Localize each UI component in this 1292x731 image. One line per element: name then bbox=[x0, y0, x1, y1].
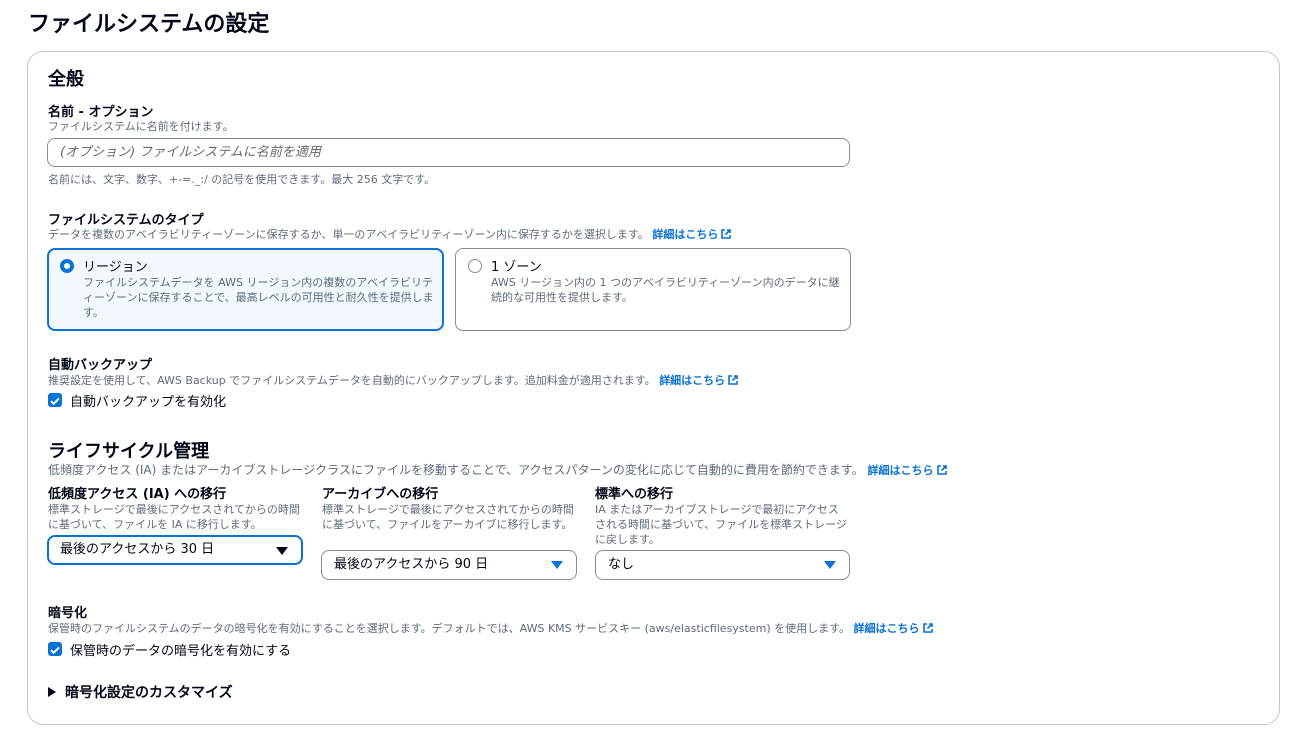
encryption-customize-label: 暗号化設定のカスタマイズ bbox=[65, 685, 233, 701]
standard-transition-select[interactable]: なし bbox=[595, 550, 850, 580]
page-title: ファイルシステムの設定 bbox=[28, 12, 270, 37]
standard-transition-value: なし bbox=[608, 557, 635, 572]
backup-learn-more-text: 詳細はこちら bbox=[659, 374, 726, 387]
fs-type-label: ファイルシステムのタイプ bbox=[48, 213, 204, 228]
ia-transition-description: 標準ストレージで最後にアクセスされてからの時間に基づいて、ファイルを IA に移… bbox=[48, 503, 300, 531]
name-description: ファイルシステムに名前を付けます。 bbox=[48, 120, 234, 133]
archive-transition-select[interactable]: 最後のアクセスから 90 日 bbox=[321, 550, 577, 580]
encryption-checkbox-label[interactable]: 保管時のデータの暗号化を有効にする bbox=[70, 640, 291, 659]
archive-transition-label: アーカイブへの移行 bbox=[322, 487, 439, 502]
ia-transition-select[interactable]: 最後のアクセスから 30 日 bbox=[47, 535, 303, 565]
lifecycle-learn-more-link[interactable]: 詳細はこちら bbox=[868, 464, 947, 477]
fs-type-description: データを複数のアベイラビリティーゾーンに保存するか、単一のアベイラビリティーゾー… bbox=[48, 227, 732, 242]
tile-one-zone-title: 1 ゾーン bbox=[491, 260, 542, 275]
tile-regional-title: リージョン bbox=[83, 260, 148, 275]
encryption-description-text: 保管時のファイルシステムのデータの暗号化を有効にすることを選択します。デフォルト… bbox=[48, 622, 851, 635]
name-label: 名前 - オプション bbox=[48, 105, 154, 120]
caret-down-icon bbox=[551, 561, 563, 569]
radio-regional[interactable] bbox=[60, 259, 74, 273]
tile-one-zone-description: AWS リージョン内の 1 つのアベイラビリティーゾーン内のデータに継続的な可用… bbox=[491, 276, 840, 304]
backup-checkbox-label[interactable]: 自動バックアップを有効化 bbox=[70, 391, 226, 410]
external-link-icon bbox=[936, 465, 947, 475]
file-system-settings-panel: 全般 名前 - オプション ファイルシステムに名前を付けます。 名前には、文字、… bbox=[27, 51, 1280, 725]
encryption-customize-expander[interactable]: 暗号化設定のカスタマイズ bbox=[48, 682, 233, 702]
fs-type-learn-more-link[interactable]: 詳細はこちら bbox=[652, 228, 732, 241]
caret-down-icon bbox=[276, 547, 288, 555]
encryption-learn-more-link[interactable]: 詳細はこちら bbox=[854, 622, 933, 635]
name-constraint: 名前には、文字、数字、+-=._:/ の記号を使用できます。最大 256 文字で… bbox=[48, 173, 436, 186]
encryption-checkbox[interactable] bbox=[48, 642, 62, 656]
external-link-icon bbox=[922, 623, 933, 633]
lifecycle-description: 低頻度アクセス (IA) またはアーカイブストレージクラスにファイルを移動するこ… bbox=[48, 461, 947, 478]
backup-learn-more-link[interactable]: 詳細はこちら bbox=[659, 374, 738, 387]
tile-regional[interactable]: リージョン ファイルシステムデータを AWS リージョン内の複数のアベイラビリテ… bbox=[47, 248, 444, 331]
radio-one-zone[interactable] bbox=[468, 259, 482, 273]
backup-label: 自動バックアップ bbox=[48, 358, 153, 373]
lifecycle-heading: ライフサイクル管理 bbox=[48, 441, 210, 462]
standard-transition-description: IA またはアーカイブストレージで最初にアクセスされる時間に基づいて、ファイルを… bbox=[595, 503, 847, 546]
checkmark-icon bbox=[50, 397, 60, 406]
lifecycle-learn-more-text: 詳細はこちら bbox=[867, 464, 934, 477]
archive-transition-description: 標準ストレージで最後にアクセスされてからの時間に基づいて、ファイルをアーカイブに… bbox=[322, 503, 574, 531]
backup-checkbox[interactable] bbox=[48, 393, 62, 407]
ia-transition-label: 低頻度アクセス (IA) への移行 bbox=[48, 487, 227, 502]
archive-transition-value: 最後のアクセスから 90 日 bbox=[334, 557, 489, 572]
backup-description-text: 推奨設定を使用して、AWS Backup でファイルシステムデータを自動的にバッ… bbox=[48, 374, 656, 387]
checkmark-icon bbox=[50, 646, 60, 655]
encryption-learn-more-text: 詳細はこちら bbox=[853, 622, 920, 635]
tile-regional-description: ファイルシステムデータを AWS リージョン内の複数のアベイラビリティーゾーンに… bbox=[83, 276, 434, 319]
standard-transition-label: 標準への移行 bbox=[595, 487, 674, 502]
lifecycle-description-text: 低頻度アクセス (IA) またはアーカイブストレージクラスにファイルを移動するこ… bbox=[48, 463, 864, 477]
tile-one-zone[interactable]: 1 ゾーン AWS リージョン内の 1 つのアベイラビリティーゾーン内のデータに… bbox=[455, 248, 851, 331]
encryption-description: 保管時のファイルシステムのデータの暗号化を有効にすることを選択します。デフォルト… bbox=[48, 621, 933, 636]
encryption-label: 暗号化 bbox=[48, 606, 88, 621]
backup-description: 推奨設定を使用して、AWS Backup でファイルシステムデータを自動的にバッ… bbox=[48, 373, 738, 388]
external-link-icon bbox=[728, 375, 738, 385]
external-link-icon bbox=[721, 229, 732, 239]
fs-type-description-text: データを複数のアベイラビリティーゾーンに保存するか、単一のアベイラビリティーゾー… bbox=[48, 228, 649, 241]
general-heading: 全般 bbox=[48, 69, 84, 90]
caret-down-icon bbox=[824, 561, 836, 569]
name-input[interactable] bbox=[47, 138, 850, 167]
ia-transition-value: 最後のアクセスから 30 日 bbox=[60, 542, 215, 557]
caret-right-icon bbox=[48, 687, 56, 697]
fs-type-learn-more-text: 詳細はこちら bbox=[652, 228, 719, 241]
